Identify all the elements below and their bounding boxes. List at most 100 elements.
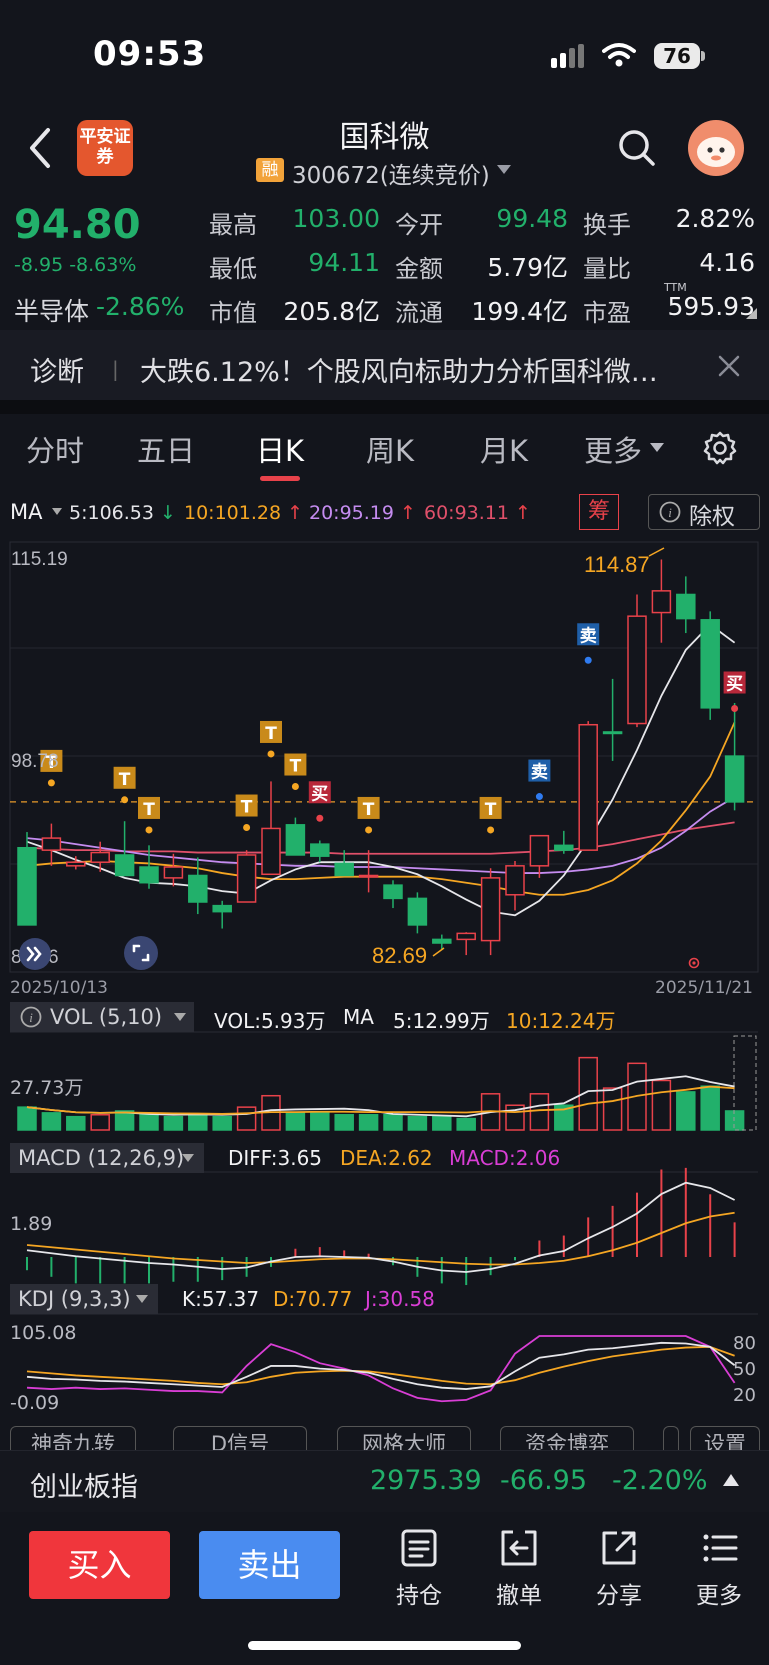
candle-body — [261, 827, 281, 876]
candle-body — [310, 843, 330, 857]
t-marker-label: T — [143, 800, 155, 820]
volume-bar — [41, 1112, 62, 1131]
sell-marker-dot — [535, 793, 543, 801]
t-marker-dot — [267, 750, 275, 758]
candle-body — [505, 865, 525, 896]
sector-name[interactable]: 半导体 — [14, 292, 89, 328]
gear-icon[interactable] — [702, 430, 738, 466]
kdj-d: D:70.77 — [273, 1287, 353, 1311]
arrow-up-icon: ↑ — [287, 502, 304, 524]
d-signal-button[interactable]: D信号 — [173, 1426, 307, 1453]
kdj-level-80: 80 — [733, 1333, 756, 1354]
quote-label-market-cap: 市值 — [209, 299, 257, 327]
volume-bar — [90, 1114, 110, 1131]
volume-value: VOL:5.93万 — [214, 1009, 326, 1033]
buy-button[interactable]: 买入 — [29, 1531, 170, 1599]
tab-intraday[interactable]: 分时 — [26, 428, 84, 470]
arrow-up-icon: ↑ — [400, 502, 416, 524]
volume-bar — [188, 1114, 208, 1131]
tab-weekly-k[interactable]: 周K — [366, 428, 414, 470]
kdj-indicator-label: KDJ (9,3,3) — [18, 1287, 131, 1311]
kdj-axis-top: 105.08 — [10, 1322, 77, 1344]
volume-bar — [724, 1110, 745, 1131]
candle-body — [700, 619, 720, 709]
expand-left-button[interactable] — [19, 938, 51, 970]
close-icon[interactable] — [716, 353, 742, 379]
capital-game-button[interactable]: 资金博弈 — [500, 1426, 634, 1453]
candle-body — [334, 862, 354, 877]
more-button[interactable]: 更多 — [684, 1576, 754, 1610]
quote-value-market-cap: 205.8亿 — [283, 297, 380, 326]
kdj-level-20: 20 — [733, 1385, 756, 1406]
t-marker-dot — [291, 783, 299, 791]
sell-button[interactable]: 卖出 — [199, 1531, 340, 1599]
candle-body — [432, 938, 452, 944]
chevron-down-icon[interactable] — [52, 508, 62, 515]
index-percent: -2.20% — [612, 1465, 708, 1496]
expand-up-icon[interactable] — [723, 1474, 739, 1486]
menu-icon[interactable] — [700, 1528, 740, 1568]
search-icon[interactable] — [617, 128, 657, 168]
holdings-icon[interactable] — [400, 1528, 438, 1568]
stock-code[interactable]: 300672(连续竞价) — [292, 156, 490, 190]
candle-body — [285, 824, 306, 856]
double-chevron-icon — [26, 946, 42, 962]
expand-corner-icon[interactable] — [746, 308, 757, 319]
tab-more[interactable]: 更多 — [584, 428, 642, 470]
tab-five-day[interactable]: 五日 — [137, 428, 195, 470]
cancel-order-button[interactable]: 撤单 — [484, 1576, 554, 1610]
chevron-down-icon[interactable] — [650, 443, 664, 452]
t-marker-label: T — [485, 800, 497, 820]
t-marker-label: T — [290, 757, 302, 777]
nine-turns-button[interactable]: 神奇九转 — [10, 1426, 136, 1453]
gear-small-icon[interactable] — [687, 956, 701, 970]
ma10-value: 10:101.28 ↑ — [184, 502, 303, 524]
volume-bar — [334, 1114, 354, 1131]
function-settings-button[interactable]: 设置 — [690, 1426, 760, 1453]
share-icon[interactable] — [599, 1528, 639, 1568]
battery-nub — [701, 51, 705, 61]
candles[interactable] — [17, 559, 745, 956]
tab-daily-k[interactable]: 日K — [256, 428, 304, 470]
info-icon[interactable]: i — [20, 1006, 42, 1028]
chevron-down-icon[interactable] — [174, 1013, 186, 1021]
low-pointer — [432, 947, 445, 957]
sell-marker-label: 卖 — [580, 625, 597, 646]
period-low-label: 82.69 — [372, 943, 427, 968]
partial-button[interactable] — [663, 1426, 679, 1453]
t-marker-dot — [365, 826, 373, 834]
holdings-button[interactable]: 持仓 — [384, 1576, 454, 1610]
ma-legend-label[interactable]: MA — [10, 500, 42, 524]
sector-change[interactable]: -2.86% — [96, 292, 184, 321]
volume-ma-label: MA — [343, 1005, 374, 1029]
candle-body — [480, 877, 501, 942]
volume-bar — [163, 1115, 184, 1131]
volume-bar — [529, 1093, 550, 1131]
chevron-down-icon[interactable] — [497, 165, 511, 174]
volume-bar — [310, 1112, 330, 1131]
candle-body — [41, 837, 62, 851]
chip-distribution-button[interactable]: 筹 — [579, 494, 619, 530]
ma60-line — [26, 821, 735, 855]
arrow-down-icon: ↓ — [160, 502, 176, 524]
volume-bar — [236, 1106, 257, 1131]
quote-value-turnover: 2.82% — [675, 204, 755, 233]
fullscreen-button[interactable] — [124, 936, 158, 970]
candle-body — [212, 904, 232, 913]
avatar[interactable] — [688, 120, 744, 176]
chevron-down-icon[interactable] — [182, 1154, 194, 1162]
ex-rights-button[interactable]: i 除权 — [648, 494, 760, 530]
cancel-order-icon[interactable] — [499, 1528, 539, 1568]
quote-label-high: 最高 — [209, 211, 257, 239]
tab-monthly-k[interactable]: 月K — [480, 428, 528, 470]
t-marker-label: T — [119, 770, 131, 790]
quote-value-pe: 595.93 — [667, 292, 755, 321]
quote-label-amount: 金额 — [395, 255, 443, 283]
candle-body — [724, 755, 745, 803]
style-master-button[interactable]: 网格大师 — [337, 1426, 471, 1453]
news-headline[interactable]: 大跌6.12%！个股风向标助力分析国科微… — [140, 350, 700, 389]
macd-indicator-selector[interactable]: MACD (12,26,9) — [10, 1143, 204, 1173]
share-button[interactable]: 分享 — [584, 1576, 654, 1610]
kdj-d-line — [26, 1345, 735, 1386]
chevron-down-icon[interactable] — [136, 1295, 148, 1303]
